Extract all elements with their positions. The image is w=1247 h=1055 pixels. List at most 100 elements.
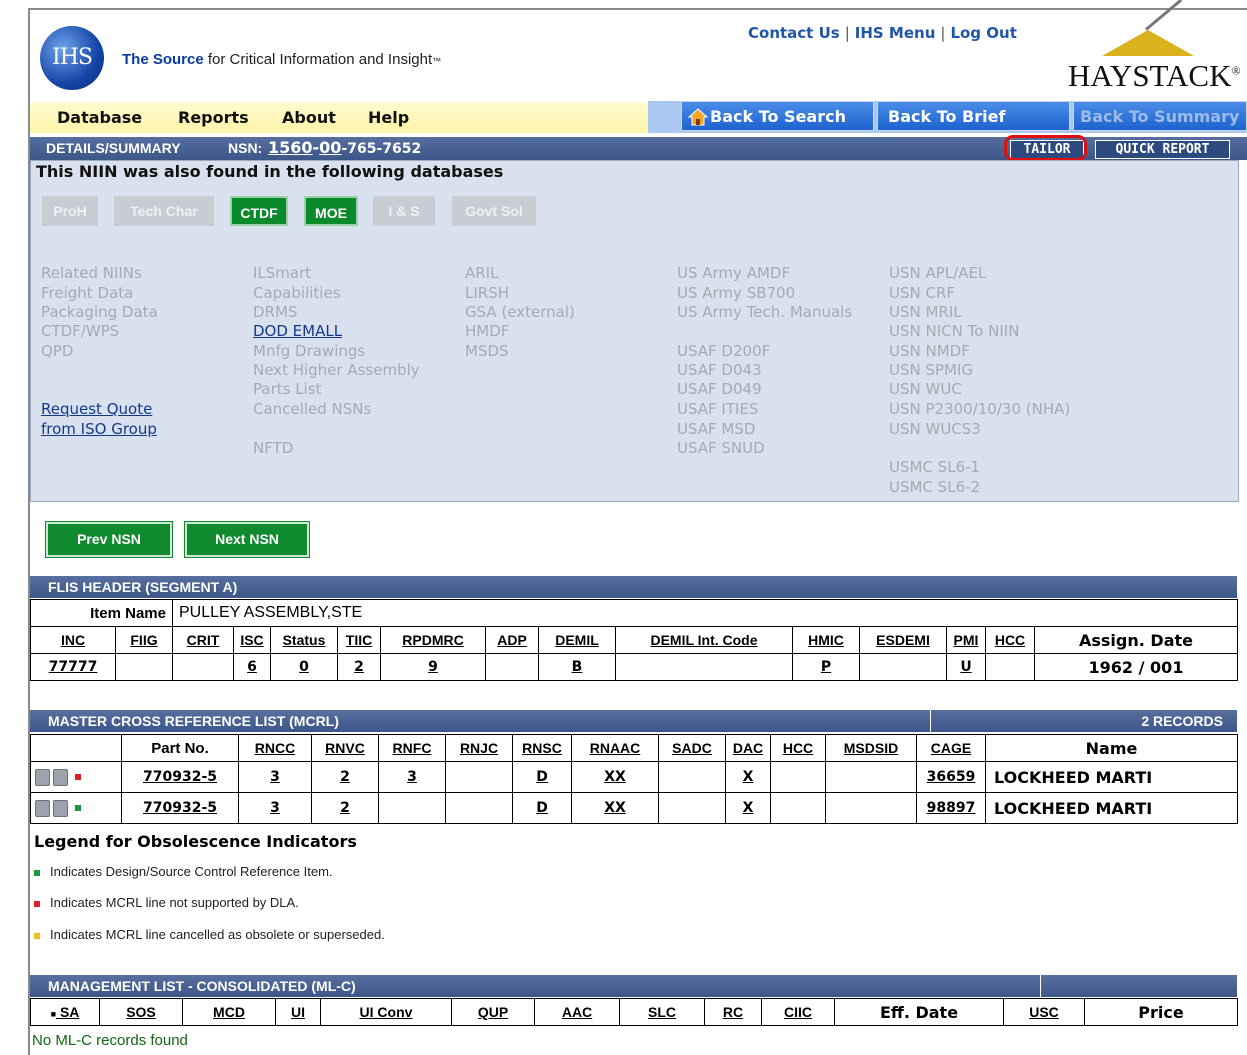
col-rnaac[interactable]: RNAAC [571, 734, 659, 762]
document-icon[interactable] [35, 768, 50, 786]
col-sa[interactable]: ■ SA [30, 998, 100, 1026]
db-button-ctdf[interactable]: CTDF [230, 196, 288, 226]
col-demil[interactable]: DEMIL [538, 626, 616, 654]
col-fiig[interactable]: FIIG [115, 626, 173, 654]
col-adp[interactable]: ADP [485, 626, 539, 654]
menu-reports[interactable]: Reports [178, 108, 249, 127]
col-rnvc[interactable]: RNVC [311, 734, 379, 762]
ihs-menu-link[interactable]: IHS Menu [855, 24, 936, 42]
col-inc[interactable]: INC [30, 626, 116, 654]
col-dac[interactable]: DAC [725, 734, 771, 762]
col-ui-conv[interactable]: UI Conv [320, 998, 452, 1026]
col-rnfc[interactable]: RNFC [378, 734, 446, 762]
menu-database[interactable]: Database [57, 108, 142, 127]
cell-dac[interactable]: X [725, 792, 771, 824]
col-sadc[interactable]: SADC [658, 734, 726, 762]
cell-hmic[interactable]: P [792, 653, 860, 681]
col-ciic[interactable]: CIIC [761, 998, 835, 1026]
cell-rnaac[interactable]: XX [571, 761, 659, 793]
quick-report-button[interactable]: QUICK REPORT [1095, 140, 1230, 159]
col-ui[interactable]: UI [275, 998, 321, 1026]
log-out-link[interactable]: Log Out [950, 24, 1016, 42]
nsn-fsc-link[interactable]: 1560 [268, 138, 313, 157]
cell-rnfc [378, 792, 446, 824]
col-rnjc[interactable]: RNJC [445, 734, 513, 762]
col-sos[interactable]: SOS [99, 998, 183, 1026]
col-crit[interactable]: CRIT [172, 626, 234, 654]
col-pmi[interactable]: PMI [946, 626, 986, 654]
col-tiic[interactable]: TIIC [337, 626, 381, 654]
back-to-brief-button[interactable]: Back To Brief [877, 101, 1070, 131]
col-aac[interactable]: AAC [534, 998, 620, 1026]
db-button-tech-char: Tech Char [114, 196, 214, 226]
cell-rnaac[interactable]: XX [571, 792, 659, 824]
cell-part-no[interactable]: 770932-5 [121, 792, 239, 824]
cell-status[interactable]: 0 [270, 653, 338, 681]
cell-rncc[interactable]: 3 [238, 792, 312, 824]
col-rc[interactable]: RC [704, 998, 762, 1026]
prev-nsn-button[interactable]: Prev NSN [46, 522, 172, 557]
cell-rnvc[interactable]: 2 [311, 792, 379, 824]
flis-header-row: INC FIIG CRIT ISC Status TIIC RPDMRC ADP… [30, 626, 1238, 654]
db-button-moe[interactable]: MOE [304, 196, 358, 226]
next-nsn-button[interactable]: Next NSN [185, 522, 309, 557]
col-demil-int-code[interactable]: DEMIL Int. Code [615, 626, 793, 654]
cell-tiic[interactable]: 2 [337, 653, 381, 681]
cell-pmi[interactable]: U [946, 653, 986, 681]
nsn-country-link[interactable]: 00 [319, 138, 341, 157]
cell-hcc [770, 761, 826, 793]
db-link-usn-nicn-to-niin: USN NICN To NIIN [889, 322, 1020, 340]
db-link-cancelled-nsns: Cancelled NSNs [253, 400, 372, 418]
cell-dac[interactable]: X [725, 761, 771, 793]
cell-rnsc[interactable]: D [512, 792, 572, 824]
cell-cage[interactable]: 98897 [916, 792, 986, 824]
col-slc[interactable]: SLC [619, 998, 705, 1026]
cell-name: LOCKHEED MARTI [985, 761, 1238, 793]
cell-rpdmrc[interactable]: 9 [380, 653, 486, 681]
db-link-dod-emall[interactable]: DOD EMALL [253, 322, 342, 340]
cell-inc[interactable]: 77777 [30, 653, 116, 681]
document-icon[interactable] [35, 799, 50, 817]
cell-part-no[interactable]: 770932-5 [121, 761, 239, 793]
request-quote-link[interactable]: Request Quote [41, 400, 152, 418]
mcrl-record-count: 2 RECORDS [1141, 713, 1223, 729]
col-hcc[interactable]: HCC [985, 626, 1035, 654]
cell-demil[interactable]: B [538, 653, 616, 681]
col-mcd[interactable]: MCD [182, 998, 276, 1026]
info-icon[interactable] [53, 768, 68, 786]
back-to-search-button[interactable]: Back To Search [681, 101, 874, 131]
db-link-usaf-d200f: USAF D200F [677, 342, 771, 360]
col-cage[interactable]: CAGE [916, 734, 986, 762]
db-link-packaging-data: Packaging Data [41, 303, 158, 321]
obsolescence-indicator-icon [75, 774, 81, 780]
contact-us-link[interactable]: Contact Us [748, 24, 840, 42]
db-link-usaf-ities: USAF ITIES [677, 400, 759, 418]
col-qup[interactable]: QUP [451, 998, 535, 1026]
col-usc[interactable]: USC [1003, 998, 1085, 1026]
col-hcc[interactable]: HCC [770, 734, 826, 762]
request-quote-link-line2[interactable]: from ISO Group [41, 420, 157, 438]
cell-rnfc[interactable]: 3 [378, 761, 446, 793]
cell-hcc [985, 653, 1035, 681]
col-esdemi[interactable]: ESDEMI [859, 626, 947, 654]
col-msdsid[interactable]: MSDSID [825, 734, 917, 762]
legend-item-not-supported: Indicates MCRL line not supported by DLA… [34, 895, 299, 910]
db-link-usn-mril: USN MRIL [889, 303, 962, 321]
mcrl-records-bar: 2 RECORDS [931, 710, 1237, 732]
col-isc[interactable]: ISC [233, 626, 271, 654]
menu-help[interactable]: Help [368, 108, 409, 127]
col-rpdmrc[interactable]: RPDMRC [380, 626, 486, 654]
col-hmic[interactable]: HMIC [792, 626, 860, 654]
cell-cage[interactable]: 36659 [916, 761, 986, 793]
db-link-army-sb700: US Army SB700 [677, 284, 796, 302]
cell-rnvc[interactable]: 2 [311, 761, 379, 793]
cell-rnsc[interactable]: D [512, 761, 572, 793]
col-rnsc[interactable]: RNSC [512, 734, 572, 762]
col-status[interactable]: Status [270, 626, 338, 654]
cell-isc[interactable]: 6 [233, 653, 271, 681]
col-rncc[interactable]: RNCC [238, 734, 312, 762]
info-icon[interactable] [53, 799, 68, 817]
menu-about[interactable]: About [282, 108, 336, 127]
mcrl-row: 770932-5 3 2 D XX X 98897 LOCKHEED MARTI [30, 792, 1238, 824]
cell-rncc[interactable]: 3 [238, 761, 312, 793]
